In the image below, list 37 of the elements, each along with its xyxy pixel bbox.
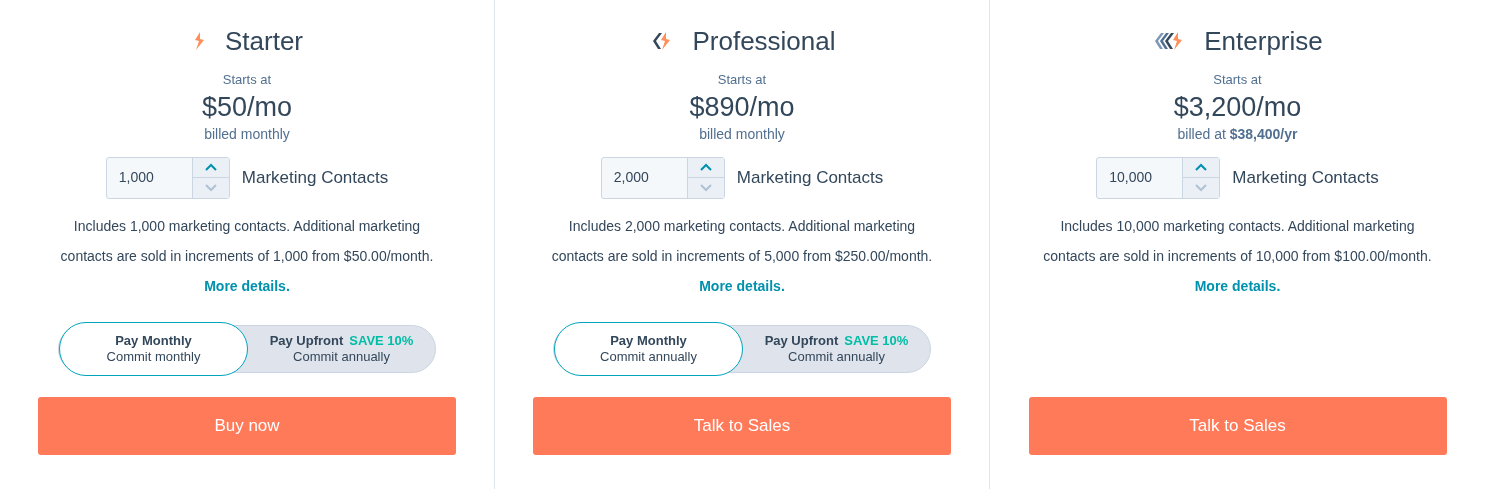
chevron-down-icon: [204, 183, 217, 192]
contacts-stepper[interactable]: 2,000: [600, 156, 725, 199]
contacts-value: 1,000: [117, 168, 155, 187]
payment-option[interactable]: Pay Upfront SAVE 10% Commit annually: [248, 325, 435, 372]
starts-at-label: Starts at: [1213, 71, 1262, 89]
plan-title: Enterprise: [1204, 24, 1323, 58]
contacts-description: Includes 10,000 marketing contacts. Additional marketing contacts are sold in increments of 10,000 from $100.00/month. More details.: [1042, 216, 1433, 296]
contacts-description: Includes 2,000 marketing contacts. Additional marketing contacts are sold in increments of 5,000 from $250.00/month. More details.: [550, 216, 934, 296]
contacts-value: 2,000: [612, 168, 650, 187]
payment-option[interactable]: Pay Monthly Commit monthly: [59, 321, 248, 376]
contacts-stepper[interactable]: 10,000: [1096, 156, 1221, 199]
billing-note: billed monthly: [699, 124, 785, 144]
contacts-value: 10,000: [1108, 168, 1154, 187]
billing-note: billed at $38,400/yr: [1177, 124, 1298, 144]
contacts-label: Marketing Contacts: [1232, 166, 1379, 189]
contacts-description: Includes 1,000 marketing contacts. Additional marketing contacts are sold in increments of 1,000 from $50.00/month. More details.: [59, 216, 435, 296]
contacts-label: Marketing Contacts: [736, 166, 884, 189]
contacts-label: Marketing Contacts: [241, 166, 389, 189]
plan-title: Professional: [692, 24, 836, 58]
price: $890/mo: [689, 90, 795, 124]
plan-title: Starter: [225, 24, 303, 58]
chevron-down-icon: [699, 183, 712, 192]
price: $50/mo: [201, 90, 293, 124]
more-details-link[interactable]: More details.: [1194, 277, 1281, 294]
chevron-down-icon: [1195, 183, 1208, 192]
starts-at-label: Starts at: [717, 71, 767, 89]
price: $3,200/mo: [1173, 90, 1302, 124]
chevron-up-icon: [204, 163, 217, 172]
more-details-link[interactable]: More details.: [699, 277, 785, 294]
more-details-link[interactable]: More details.: [204, 277, 290, 294]
billing-note: billed monthly: [204, 124, 290, 144]
payment-option[interactable]: Pay Upfront SAVE 10% Commit annually: [743, 325, 930, 372]
starts-at-label: Starts at: [222, 71, 272, 89]
contacts-stepper[interactable]: 1,000: [105, 156, 230, 199]
chevron-up-icon: [699, 163, 712, 172]
chevron-up-icon: [1195, 163, 1208, 172]
payment-option[interactable]: Pay Monthly Commit annually: [554, 321, 743, 376]
